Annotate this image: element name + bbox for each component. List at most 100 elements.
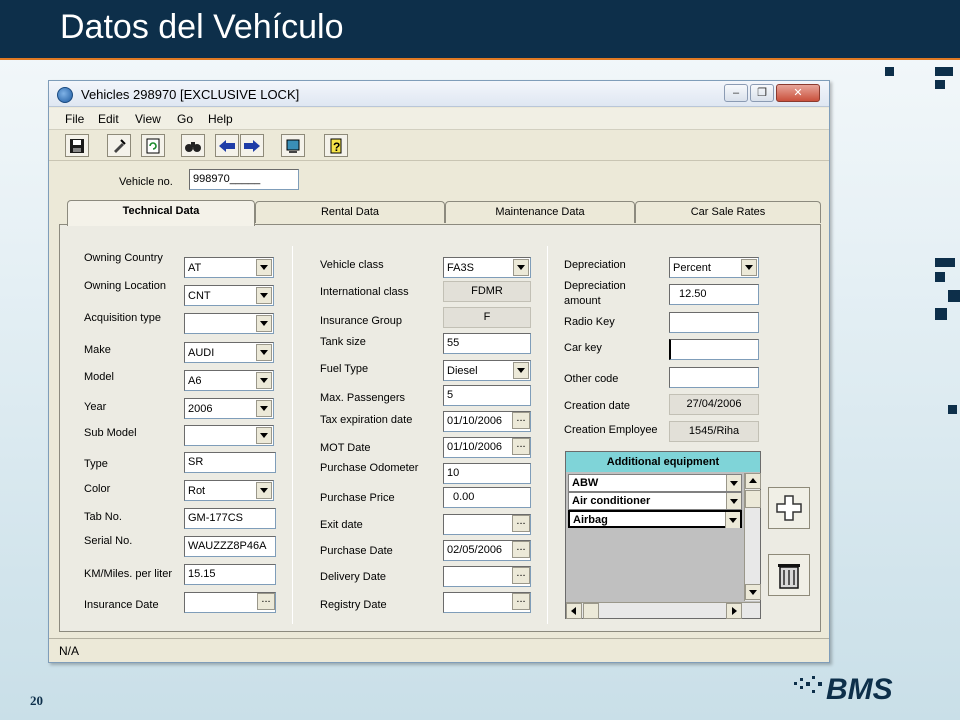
other-code-input[interactable] bbox=[669, 367, 759, 388]
exit-date-picker-button[interactable]: ... bbox=[512, 515, 530, 532]
vehicle-class-value: FA3S bbox=[447, 262, 474, 274]
purchase-price-input[interactable]: 0.00 bbox=[443, 487, 531, 508]
slide-title: Datos del Vehículo bbox=[60, 8, 344, 46]
forward-button[interactable] bbox=[240, 134, 264, 157]
chevron-down-icon[interactable] bbox=[256, 259, 272, 276]
purchase-price-label: Purchase Price bbox=[320, 492, 395, 504]
depreciation-value: Percent bbox=[673, 262, 711, 274]
minimize-button[interactable]: ‒ bbox=[724, 84, 748, 102]
tab-rental-data[interactable]: Rental Data bbox=[255, 201, 445, 223]
chevron-down-icon[interactable] bbox=[256, 287, 272, 304]
purchase-odometer-input[interactable]: 10 bbox=[443, 463, 531, 484]
scroll-down-button[interactable] bbox=[745, 584, 761, 600]
menu-view[interactable]: View bbox=[135, 112, 161, 126]
delivery-date-picker-button[interactable]: ... bbox=[512, 567, 530, 584]
car-key-input[interactable] bbox=[669, 339, 759, 360]
km-per-liter-input[interactable]: 15.15 bbox=[184, 564, 276, 585]
save-button[interactable] bbox=[65, 134, 89, 157]
color-select[interactable]: Rot bbox=[184, 480, 274, 501]
year-select[interactable]: 2006 bbox=[184, 398, 274, 419]
decor-square bbox=[935, 308, 947, 320]
menu-help[interactable]: Help bbox=[208, 112, 233, 126]
acquisition-type-select[interactable] bbox=[184, 313, 274, 334]
owning-location-value: CNT bbox=[188, 290, 211, 302]
tab-technical-data[interactable]: Technical Data bbox=[67, 200, 255, 226]
chevron-down-icon[interactable] bbox=[726, 493, 741, 509]
refresh-button[interactable] bbox=[141, 134, 165, 157]
scroll-left-button[interactable] bbox=[566, 603, 582, 619]
add-equipment-button[interactable] bbox=[768, 487, 810, 529]
make-select[interactable]: AUDI bbox=[184, 342, 274, 363]
serial-no-input[interactable]: WAUZZZ8P46A bbox=[184, 536, 276, 557]
depreciation-amount-input[interactable]: 12.50 bbox=[669, 284, 759, 305]
menu-file[interactable]: File bbox=[65, 112, 84, 126]
menu-edit[interactable]: Edit bbox=[98, 112, 119, 126]
depreciation-select[interactable]: Percent bbox=[669, 257, 759, 278]
tab-no-input[interactable]: GM-177CS bbox=[184, 508, 276, 529]
chevron-down-icon[interactable] bbox=[256, 400, 272, 417]
forward-icon bbox=[244, 139, 260, 152]
sub-model-select[interactable] bbox=[184, 425, 274, 446]
export-button[interactable] bbox=[281, 134, 305, 157]
radio-key-input[interactable] bbox=[669, 312, 759, 333]
make-label: Make bbox=[84, 344, 111, 356]
equipment-row[interactable]: Airbag bbox=[568, 510, 742, 528]
fuel-type-select[interactable]: Diesel bbox=[443, 360, 531, 381]
tax-expiration-picker-button[interactable]: ... bbox=[512, 412, 530, 429]
close-button[interactable]: ✕ bbox=[776, 84, 820, 102]
vehicle-no-input[interactable]: 998970_____ bbox=[189, 169, 299, 190]
menu-bar: File Edit View Go Help bbox=[49, 108, 829, 130]
model-select[interactable]: A6 bbox=[184, 370, 274, 391]
scroll-up-button[interactable] bbox=[745, 473, 761, 489]
owning-location-label: Owning Location bbox=[84, 280, 166, 292]
chevron-down-icon[interactable] bbox=[256, 482, 272, 499]
chevron-down-icon[interactable] bbox=[256, 427, 272, 444]
tank-size-label: Tank size bbox=[320, 336, 366, 348]
chevron-down-icon[interactable] bbox=[513, 259, 529, 276]
equipment-row[interactable]: ABW bbox=[568, 474, 742, 492]
chevron-down-icon[interactable] bbox=[741, 259, 757, 276]
insurance-date-picker-button[interactable]: ... bbox=[257, 593, 275, 610]
owning-country-select[interactable]: AT bbox=[184, 257, 274, 278]
type-input[interactable]: SR bbox=[184, 452, 276, 473]
car-key-label: Car key bbox=[564, 342, 602, 354]
tank-size-input[interactable]: 55 bbox=[443, 333, 531, 354]
chevron-down-icon[interactable] bbox=[513, 362, 529, 379]
scroll-right-button[interactable] bbox=[726, 603, 742, 619]
chevron-down-icon[interactable] bbox=[725, 512, 740, 528]
purchase-odometer-label: Purchase Odometer bbox=[320, 462, 419, 474]
decor-square bbox=[935, 80, 945, 89]
scroll-thumb[interactable] bbox=[745, 490, 761, 508]
mot-date-picker-button[interactable]: ... bbox=[512, 438, 530, 455]
tab-maintenance-data[interactable]: Maintenance Data bbox=[445, 201, 635, 223]
delete-equipment-button[interactable] bbox=[768, 554, 810, 596]
owning-location-select[interactable]: CNT bbox=[184, 285, 274, 306]
vertical-scrollbar[interactable] bbox=[744, 473, 761, 601]
chevron-down-icon[interactable] bbox=[256, 372, 272, 389]
toolbar: ? bbox=[49, 131, 829, 161]
search-button[interactable] bbox=[181, 134, 205, 157]
make-value: AUDI bbox=[188, 347, 215, 359]
equipment-item-label: Airbag bbox=[573, 514, 608, 526]
scroll-thumb-horizontal[interactable] bbox=[583, 603, 599, 619]
horizontal-scrollbar[interactable] bbox=[566, 602, 760, 619]
minimize-icon: ‒ bbox=[732, 87, 740, 99]
help-button[interactable]: ? bbox=[324, 134, 348, 157]
mot-date-label: MOT Date bbox=[320, 442, 371, 454]
creation-date-value: 27/04/2006 bbox=[669, 394, 759, 415]
clear-button[interactable] bbox=[107, 134, 131, 157]
restore-button[interactable]: ❐ bbox=[750, 84, 774, 102]
back-button[interactable] bbox=[215, 134, 239, 157]
equipment-row[interactable]: Air conditioner bbox=[568, 492, 742, 510]
chevron-down-icon[interactable] bbox=[726, 475, 741, 491]
vehicle-class-select[interactable]: FA3S bbox=[443, 257, 531, 278]
registry-date-label: Registry Date bbox=[320, 599, 387, 611]
registry-date-picker-button[interactable]: ... bbox=[512, 593, 530, 610]
tab-car-sale-rates[interactable]: Car Sale Rates bbox=[635, 201, 821, 223]
max-passengers-input[interactable]: 5 bbox=[443, 385, 531, 406]
menu-go[interactable]: Go bbox=[177, 112, 193, 126]
purchase-date-picker-button[interactable]: ... bbox=[512, 541, 530, 558]
chevron-down-icon[interactable] bbox=[256, 344, 272, 361]
chevron-down-icon[interactable] bbox=[256, 315, 272, 332]
vehicles-window: Vehicles 298970 [EXCLUSIVE LOCK] ‒ ❐ ✕ F… bbox=[48, 80, 830, 663]
